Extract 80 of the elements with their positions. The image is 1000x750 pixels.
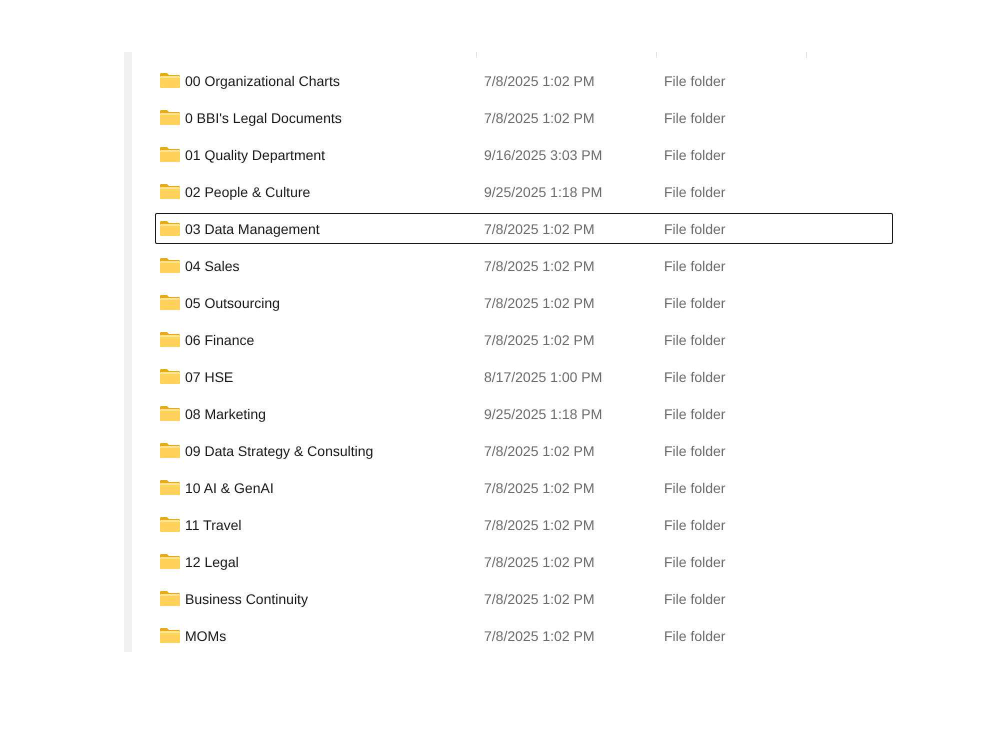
folder-name: MOMs [185, 628, 228, 644]
date-text: 9/25/2025 1:18 PM [484, 184, 604, 200]
folder-icon [160, 110, 180, 125]
type-text: File folder [664, 480, 726, 496]
type-text: File folder [664, 146, 726, 162]
type-text: File folder [664, 516, 726, 532]
folder-row[interactable]: 03 Data Management 7/8/2025 1:02 PM File folder [155, 213, 893, 244]
date-text: 7/8/2025 1:02 PM [484, 516, 596, 532]
folder-icon [160, 369, 180, 384]
folder-name: 0 BBI's Legal Documents [185, 110, 343, 126]
folder-name: 09 Data Strategy & Consulting [185, 442, 374, 458]
folder-name: 00 Organizational Charts [185, 72, 341, 88]
folder-row[interactable]: 09 Data Strategy & Consulting 7/8/2025 1:02 PM File folder [155, 435, 893, 466]
date-text: 7/8/2025 1:02 PM [484, 294, 596, 310]
folder-row[interactable]: 0 BBI's Legal Documents 7/8/2025 1:02 PM File folder [155, 102, 893, 133]
type-text: File folder [664, 184, 726, 200]
folder-icon [160, 591, 180, 606]
folder-row[interactable]: 00 Organizational Charts 7/8/2025 1:02 PM File folder [155, 65, 893, 96]
type-text: File folder [664, 554, 726, 570]
folder-row[interactable]: 02 People & Culture 9/25/2025 1:18 PM File folder [155, 176, 893, 207]
folder-row[interactable]: 10 AI & GenAI 7/8/2025 1:02 PM File folder [155, 472, 893, 503]
folder-name: 01 Quality Department [185, 146, 326, 162]
type-text: File folder [664, 442, 726, 458]
folder-name: 05 Outsourcing [185, 294, 281, 310]
date-text: 7/8/2025 1:02 PM [484, 258, 596, 274]
folder-row[interactable]: 11 Travel 7/8/2025 1:02 PM File folder [155, 509, 893, 540]
type-text: File folder [664, 368, 726, 384]
folder-icon [160, 73, 180, 88]
folder-icon [160, 221, 180, 236]
folder-icon [160, 406, 180, 421]
type-text: File folder [664, 258, 726, 274]
date-text: 7/8/2025 1:02 PM [484, 220, 596, 236]
folder-name: 08 Marketing [185, 406, 267, 422]
folder-name: Business Continuity [185, 590, 309, 606]
date-text: 7/8/2025 1:02 PM [484, 442, 596, 458]
date-text: 7/8/2025 1:02 PM [484, 554, 596, 570]
date-text: 7/8/2025 1:02 PM [484, 628, 596, 644]
type-text: File folder [664, 72, 726, 88]
folder-row[interactable]: Business Continuity 7/8/2025 1:02 PM File folder [155, 583, 893, 614]
folder-name: 11 Travel [185, 516, 243, 532]
type-text: File folder [664, 406, 726, 422]
folder-row[interactable]: 08 Marketing 9/25/2025 1:18 PM File folder [155, 398, 893, 429]
date-text: 7/8/2025 1:02 PM [484, 480, 596, 496]
folder-name: 07 HSE [185, 368, 234, 384]
folder-icon [160, 184, 180, 199]
date-text: 7/8/2025 1:02 PM [484, 590, 596, 606]
folder-row[interactable]: 06 Finance 7/8/2025 1:02 PM File folder [155, 324, 893, 355]
folder-icon [160, 443, 180, 458]
folder-name: 12 Legal [185, 554, 240, 570]
date-text: 9/25/2025 1:18 PM [484, 406, 604, 422]
folder-row[interactable]: MOMs 7/8/2025 1:02 PM File folder [155, 620, 893, 651]
folder-icon [160, 480, 180, 495]
date-text: 7/8/2025 1:02 PM [484, 332, 596, 348]
date-text: 7/8/2025 1:02 PM [484, 72, 596, 88]
folder-name: 06 Finance [185, 332, 256, 348]
type-text: File folder [664, 332, 726, 348]
type-text: File folder [664, 220, 726, 236]
folder-name: 03 Data Management [185, 220, 321, 236]
folder-icon [160, 332, 180, 347]
folder-row[interactable]: 01 Quality Department 9/16/2025 3:03 PM File folder [155, 139, 893, 170]
folder-icon [160, 295, 180, 310]
folder-row[interactable]: 12 Legal 7/8/2025 1:02 PM File folder [155, 546, 893, 577]
date-text: 8/17/2025 1:00 PM [484, 368, 604, 384]
folder-icon [160, 554, 180, 569]
folder-icon [160, 628, 180, 643]
folder-icon [160, 517, 180, 532]
folder-name: 04 Sales [185, 258, 240, 274]
folder-row[interactable]: 07 HSE 8/17/2025 1:00 PM File folder [155, 361, 893, 392]
folder-icon [160, 258, 180, 273]
date-text: 7/8/2025 1:02 PM [484, 110, 596, 126]
date-text: 9/16/2025 3:03 PM [484, 146, 604, 162]
folder-name: 10 AI & GenAI [185, 480, 275, 496]
folder-row[interactable]: 04 Sales 7/8/2025 1:02 PM File folder [155, 250, 893, 281]
folder-name: 02 People & Culture [185, 184, 312, 200]
type-text: File folder [664, 110, 726, 126]
type-text: File folder [664, 628, 726, 644]
folder-icon [160, 147, 180, 162]
folder-row[interactable]: 05 Outsourcing 7/8/2025 1:02 PM File folder [155, 287, 893, 318]
type-text: File folder [664, 294, 726, 310]
type-text: File folder [664, 590, 726, 606]
